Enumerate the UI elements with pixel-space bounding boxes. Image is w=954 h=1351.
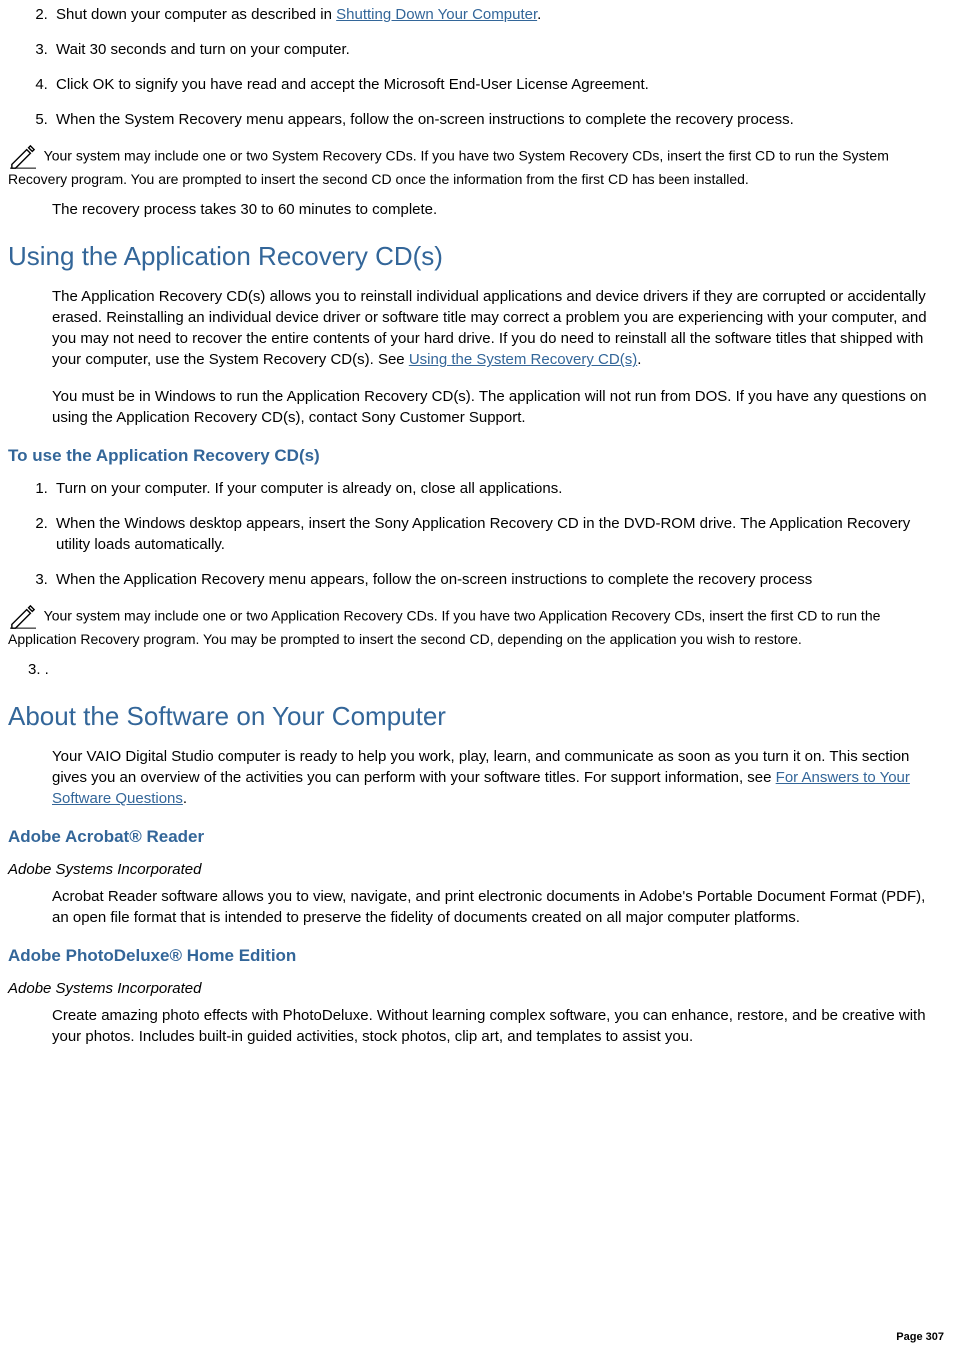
list-item: Wait 30 seconds and turn on your compute… bbox=[52, 39, 946, 60]
software-description: Create amazing photo effects with PhotoD… bbox=[52, 1005, 946, 1047]
list-item: Shut down your computer as described in … bbox=[52, 4, 946, 25]
note-text: Your system may include one or two Syste… bbox=[8, 148, 889, 187]
recovery-steps-list: Shut down your computer as described in … bbox=[8, 4, 946, 130]
list-item: When the Application Recovery menu appea… bbox=[52, 569, 946, 590]
pencil-note-icon bbox=[8, 144, 38, 170]
section-heading-app-recovery: Using the Application Recovery CD(s) bbox=[8, 238, 946, 274]
paragraph: You must be in Windows to run the Applic… bbox=[52, 386, 946, 428]
system-recovery-link[interactable]: Using the System Recovery CD(s) bbox=[409, 351, 637, 368]
note-block: Your system may include one or two Syste… bbox=[8, 144, 946, 189]
shutdown-link[interactable]: Shutting Down Your Computer bbox=[336, 6, 537, 23]
paragraph: Your VAIO Digital Studio computer is rea… bbox=[52, 746, 946, 809]
note-text: Your system may include one or two Appli… bbox=[8, 608, 880, 647]
para-suffix: . bbox=[183, 790, 187, 807]
para-suffix: . bbox=[637, 351, 641, 368]
list-item: Turn on your computer. If your computer … bbox=[52, 478, 946, 499]
software-title: Adobe PhotoDeluxe® Home Edition bbox=[8, 944, 946, 968]
app-recovery-steps-list: Turn on your computer. If your computer … bbox=[8, 478, 946, 590]
list-item: When the Windows desktop appears, insert… bbox=[52, 513, 946, 555]
paragraph: The Application Recovery CD(s) allows yo… bbox=[52, 286, 946, 370]
step-suffix: . bbox=[537, 6, 541, 23]
list-item: Click OK to signify you have read and ac… bbox=[52, 74, 946, 95]
page-number: Page 307 bbox=[896, 1330, 944, 1345]
software-description: Acrobat Reader software allows you to vi… bbox=[52, 886, 946, 928]
stray-number-3: 3. . bbox=[28, 659, 946, 680]
note-block: Your system may include one or two Appli… bbox=[8, 604, 946, 649]
pencil-note-icon bbox=[8, 604, 38, 630]
step-text: Shut down your computer as described in bbox=[56, 6, 336, 23]
subheading-app-recovery-steps: To use the Application Recovery CD(s) bbox=[8, 444, 946, 468]
software-title: Adobe Acrobat® Reader bbox=[8, 825, 946, 849]
software-vendor: Adobe Systems Incorporated bbox=[8, 859, 946, 880]
section-heading-about-software: About the Software on Your Computer bbox=[8, 698, 946, 734]
note-continuation: The recovery process takes 30 to 60 minu… bbox=[52, 199, 946, 220]
software-vendor: Adobe Systems Incorporated bbox=[8, 978, 946, 999]
list-item: When the System Recovery menu appears, f… bbox=[52, 109, 946, 130]
